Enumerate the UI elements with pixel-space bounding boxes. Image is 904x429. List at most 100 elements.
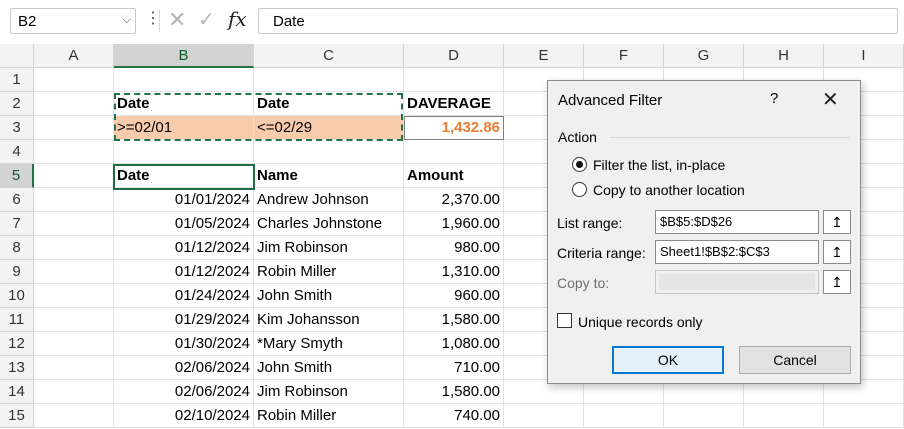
cell[interactable] bbox=[404, 140, 504, 164]
collapse-dialog-icon[interactable]: ↥ bbox=[823, 240, 851, 264]
column-header-f[interactable]: F bbox=[584, 44, 664, 68]
table-cell-amount[interactable]: 1,960.00 bbox=[404, 212, 504, 236]
cell[interactable] bbox=[34, 332, 114, 356]
table-cell-date[interactable]: 02/06/2024 bbox=[114, 380, 254, 404]
collapse-dialog-icon[interactable]: ↥ bbox=[823, 270, 851, 294]
criteria-range-input[interactable]: Sheet1!$B$2:$C$3 bbox=[655, 240, 819, 264]
cell[interactable] bbox=[34, 356, 114, 380]
row-header-3[interactable]: 3 bbox=[0, 116, 34, 140]
table-cell-name[interactable]: John Smith bbox=[254, 356, 404, 380]
cell[interactable] bbox=[34, 236, 114, 260]
cell[interactable] bbox=[664, 404, 744, 428]
column-header-b[interactable]: B bbox=[114, 44, 254, 68]
select-all-corner[interactable] bbox=[0, 44, 34, 68]
cell[interactable] bbox=[34, 284, 114, 308]
column-header-c[interactable]: C bbox=[254, 44, 404, 68]
table-cell-name[interactable]: *Mary Smyth bbox=[254, 332, 404, 356]
cell[interactable] bbox=[34, 404, 114, 428]
row-header-10[interactable]: 10 bbox=[0, 284, 34, 308]
cell[interactable] bbox=[114, 140, 254, 164]
row-header-1[interactable]: 1 bbox=[0, 68, 34, 92]
row-header-12[interactable]: 12 bbox=[0, 332, 34, 356]
row-header-15[interactable]: 15 bbox=[0, 404, 34, 428]
cell[interactable] bbox=[254, 140, 404, 164]
table-cell-date[interactable]: 01/29/2024 bbox=[114, 308, 254, 332]
close-icon[interactable]: ✕ bbox=[822, 87, 839, 112]
insert-function-icon[interactable]: fx bbox=[228, 6, 247, 32]
table-cell-name[interactable]: Kim Johansson bbox=[254, 308, 404, 332]
filter-in-place-label[interactable]: Filter the list, in-place bbox=[593, 157, 725, 173]
table-cell-name[interactable]: Andrew Johnson bbox=[254, 188, 404, 212]
filter-in-place-radio[interactable] bbox=[572, 157, 587, 172]
column-header-e[interactable]: E bbox=[504, 44, 584, 68]
table-cell-amount[interactable]: 1,580.00 bbox=[404, 380, 504, 404]
row-header-13[interactable]: 13 bbox=[0, 356, 34, 380]
column-header-i[interactable]: I bbox=[824, 44, 904, 68]
table-cell-name[interactable]: Jim Robinson bbox=[254, 380, 404, 404]
cell[interactable] bbox=[34, 212, 114, 236]
table-cell-name[interactable]: Charles Johnstone bbox=[254, 212, 404, 236]
table-cell-amount[interactable]: 740.00 bbox=[404, 404, 504, 428]
row-header-4[interactable]: 4 bbox=[0, 140, 34, 164]
cell[interactable] bbox=[114, 68, 254, 92]
table-cell-date[interactable]: 01/01/2024 bbox=[114, 188, 254, 212]
table-cell-amount[interactable]: 710.00 bbox=[404, 356, 504, 380]
table-cell-amount[interactable]: 2,370.00 bbox=[404, 188, 504, 212]
cell[interactable] bbox=[34, 164, 114, 188]
collapse-dialog-icon[interactable]: ↥ bbox=[823, 210, 851, 234]
table-cell-date[interactable]: 02/06/2024 bbox=[114, 356, 254, 380]
unique-records-label[interactable]: Unique records only bbox=[578, 314, 703, 330]
ok-button[interactable]: OK bbox=[612, 346, 724, 374]
table-cell-date[interactable]: 01/12/2024 bbox=[114, 236, 254, 260]
table-header[interactable]: Amount bbox=[404, 164, 504, 188]
table-cell-name[interactable]: Robin Miller bbox=[254, 260, 404, 284]
cell[interactable] bbox=[824, 404, 904, 428]
cell[interactable] bbox=[404, 68, 504, 92]
column-header-a[interactable]: A bbox=[34, 44, 114, 68]
cancel-icon[interactable]: ✕ bbox=[168, 7, 186, 33]
cell[interactable] bbox=[504, 404, 584, 428]
daverage-header[interactable]: DAVERAGE bbox=[404, 92, 504, 116]
cancel-button[interactable]: Cancel bbox=[739, 346, 851, 374]
cell[interactable] bbox=[34, 260, 114, 284]
table-cell-amount[interactable]: 960.00 bbox=[404, 284, 504, 308]
table-cell-amount[interactable]: 980.00 bbox=[404, 236, 504, 260]
cell[interactable] bbox=[34, 308, 114, 332]
cell[interactable] bbox=[34, 116, 114, 140]
table-cell-date[interactable]: 01/12/2024 bbox=[114, 260, 254, 284]
row-header-7[interactable]: 7 bbox=[0, 212, 34, 236]
table-cell-amount[interactable]: 1,310.00 bbox=[404, 260, 504, 284]
row-header-9[interactable]: 9 bbox=[0, 260, 34, 284]
unique-records-checkbox[interactable] bbox=[557, 313, 572, 328]
chevron-down-icon[interactable]: ⌵ bbox=[123, 14, 131, 27]
cell[interactable] bbox=[584, 404, 664, 428]
cell[interactable] bbox=[34, 380, 114, 404]
table-cell-date[interactable]: 01/24/2024 bbox=[114, 284, 254, 308]
cell[interactable] bbox=[34, 188, 114, 212]
cell[interactable] bbox=[254, 68, 404, 92]
enter-check-icon[interactable]: ✓ bbox=[198, 7, 215, 33]
name-box[interactable]: B2 ⌵ bbox=[10, 8, 136, 34]
row-header-14[interactable]: 14 bbox=[0, 380, 34, 404]
cell[interactable] bbox=[744, 404, 824, 428]
column-header-g[interactable]: G bbox=[664, 44, 744, 68]
row-header-2[interactable]: 2 bbox=[0, 92, 34, 116]
cell[interactable] bbox=[34, 140, 114, 164]
list-range-input[interactable]: $B$5:$D$26 bbox=[655, 210, 819, 234]
row-header-6[interactable]: 6 bbox=[0, 188, 34, 212]
help-icon[interactable]: ? bbox=[770, 90, 778, 107]
copy-to-location-label[interactable]: Copy to another location bbox=[593, 182, 745, 198]
row-header-8[interactable]: 8 bbox=[0, 236, 34, 260]
cell[interactable] bbox=[34, 92, 114, 116]
row-header-11[interactable]: 11 bbox=[0, 308, 34, 332]
table-cell-date[interactable]: 01/05/2024 bbox=[114, 212, 254, 236]
table-cell-amount[interactable]: 1,580.00 bbox=[404, 308, 504, 332]
table-cell-name[interactable]: Jim Robinson bbox=[254, 236, 404, 260]
table-cell-name[interactable]: Robin Miller bbox=[254, 404, 404, 428]
table-cell-date[interactable]: 02/10/2024 bbox=[114, 404, 254, 428]
table-cell-amount[interactable]: 1,080.00 bbox=[404, 332, 504, 356]
column-header-d[interactable]: D bbox=[404, 44, 504, 68]
table-cell-date[interactable]: 01/30/2024 bbox=[114, 332, 254, 356]
copy-to-location-radio[interactable] bbox=[572, 182, 587, 197]
formula-input[interactable]: Date bbox=[258, 8, 898, 34]
